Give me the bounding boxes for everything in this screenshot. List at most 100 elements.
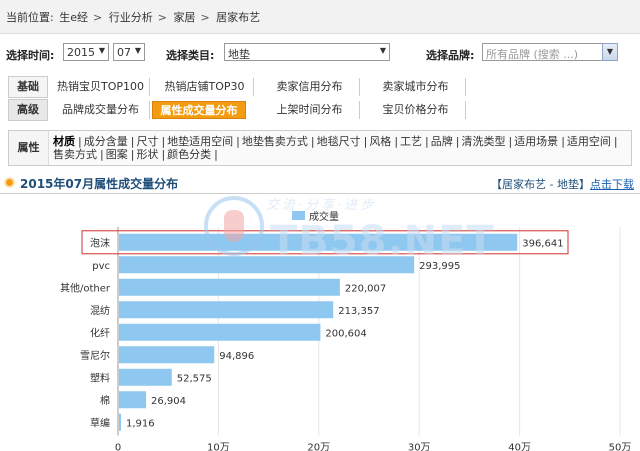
value-label: 396,641 bbox=[522, 238, 563, 249]
attribute-separator: | bbox=[455, 135, 460, 148]
attribute-item[interactable]: 地毯尺寸 bbox=[317, 135, 361, 148]
filter-bar: 选择时间: 2015 ▼ 07 ▼ 选择类目: 地垫 ▼ 选择品牌: 所有品牌 (搜索… bbox=[0, 38, 640, 68]
attribute-separator: | bbox=[508, 135, 513, 148]
attribute-separator: | bbox=[161, 135, 166, 148]
x-tick-label: 40万 bbox=[508, 443, 531, 451]
category-label: 选择类目: bbox=[166, 49, 215, 62]
tab-seller-credit[interactable]: 卖家信用分布 bbox=[260, 78, 360, 96]
legend-swatch bbox=[292, 211, 305, 220]
attribute-item[interactable]: 地垫售卖方式 bbox=[242, 135, 308, 148]
tab-top100-items[interactable]: 热销宝贝TOP100 bbox=[52, 78, 150, 96]
attribute-separator: | bbox=[613, 135, 618, 148]
attribute-separator: | bbox=[363, 135, 368, 148]
value-label: 52,575 bbox=[177, 373, 212, 384]
divider bbox=[0, 193, 640, 194]
category-label: 草编 bbox=[90, 416, 110, 429]
attribute-item[interactable]: 适用场景 bbox=[514, 135, 558, 148]
attribute-item[interactable]: 形状 bbox=[136, 148, 158, 161]
category-label: 化纤 bbox=[90, 326, 110, 339]
bar[interactable] bbox=[119, 301, 334, 319]
brand-placeholder: 所有品牌 (搜索 ...) bbox=[486, 48, 579, 61]
attribute-item[interactable]: 尺寸 bbox=[136, 135, 158, 148]
chevron-down-icon[interactable]: ▼ bbox=[602, 43, 618, 61]
category-label: 雪尼尔 bbox=[80, 349, 110, 362]
year-select[interactable]: 2015 ▼ bbox=[63, 43, 109, 61]
x-tick-label: 10万 bbox=[207, 443, 230, 451]
bar[interactable] bbox=[119, 323, 321, 341]
tab-group-advanced: 高级 bbox=[8, 99, 48, 121]
category-label: 混纺 bbox=[90, 304, 110, 317]
bar[interactable] bbox=[119, 368, 172, 386]
category-label: 其他/other bbox=[60, 281, 111, 294]
tab-row-basic: 基础 热销宝贝TOP100 热销店铺TOP30 卖家信用分布 卖家城市分布 bbox=[8, 76, 632, 98]
bar[interactable] bbox=[119, 256, 415, 274]
x-tick-label: 50万 bbox=[609, 443, 632, 451]
tab-listing-time[interactable]: 上架时间分布 bbox=[260, 101, 360, 119]
value-label: 1,916 bbox=[126, 418, 155, 429]
attribute-item[interactable]: 材质 bbox=[53, 135, 75, 148]
category-label: pvc bbox=[92, 261, 110, 272]
breadcrumb-item-home[interactable]: 生e经 bbox=[59, 11, 88, 24]
breadcrumb-sep: > bbox=[200, 11, 210, 24]
attribute-item[interactable]: 地垫适用空间 bbox=[167, 135, 233, 148]
bullet-icon bbox=[4, 177, 15, 188]
attribute-separator: | bbox=[394, 135, 399, 148]
month-value: 07 bbox=[117, 46, 131, 59]
breadcrumb-item-industry[interactable]: 行业分析 bbox=[109, 11, 153, 24]
brand-search-input[interactable]: 所有品牌 (搜索 ...) ▼ bbox=[482, 43, 618, 61]
attribute-list: 材质 | 成分含量 | 尺寸 | 地垫适用空间 | 地垫售卖方式 | 地毯尺寸 | 风格 | 工艺 | 品牌 | 清… bbox=[53, 135, 627, 161]
year-value: 2015 bbox=[67, 46, 95, 59]
legend-label: 成交量 bbox=[309, 210, 339, 223]
bar[interactable] bbox=[119, 346, 215, 364]
breadcrumb-sep: > bbox=[93, 11, 103, 24]
bar[interactable] bbox=[119, 233, 518, 251]
bar[interactable] bbox=[119, 391, 147, 409]
value-label: 213,357 bbox=[338, 306, 379, 317]
attribute-item[interactable]: 工艺 bbox=[400, 135, 422, 148]
bar[interactable] bbox=[119, 413, 121, 431]
attribute-item[interactable]: 售卖方式 bbox=[53, 148, 97, 161]
attribute-item[interactable]: 颜色分类 bbox=[167, 148, 211, 161]
page-title: 2015年07月属性成交量分布 bbox=[20, 177, 179, 191]
attribute-filter: 属性 材质 | 成分含量 | 尺寸 | 地垫适用空间 | 地垫售卖方式 | 地毯尺寸 | 风格 | 工艺 | 品… bbox=[8, 130, 632, 166]
bar[interactable] bbox=[119, 278, 340, 296]
section-header: 2015年07月属性成交量分布 【居家布艺 - 地垫】点击下载 bbox=[0, 174, 640, 192]
x-tick-label: 0 bbox=[115, 443, 121, 451]
attribute-item[interactable]: 清洗类型 bbox=[461, 135, 505, 148]
category-value: 地垫 bbox=[228, 48, 250, 61]
attribute-separator: | bbox=[161, 148, 166, 161]
month-select[interactable]: 07 ▼ bbox=[113, 43, 145, 61]
value-label: 200,604 bbox=[325, 328, 366, 339]
breadcrumb-item-current: 居家布艺 bbox=[216, 11, 261, 24]
tab-brand-volume[interactable]: 品牌成交量分布 bbox=[52, 101, 150, 119]
attribute-item[interactable]: 品牌 bbox=[431, 135, 453, 148]
x-tick-label: 20万 bbox=[307, 443, 330, 451]
download-link[interactable]: 点击下载 bbox=[590, 178, 634, 191]
chevron-down-icon: ▼ bbox=[379, 46, 386, 55]
category-select[interactable]: 地垫 ▼ bbox=[224, 43, 390, 61]
brand-label: 选择品牌: bbox=[426, 49, 475, 62]
tab-price-distribution[interactable]: 宝贝价格分布 bbox=[366, 101, 466, 119]
chevron-down-icon: ▼ bbox=[98, 46, 105, 55]
attribute-item[interactable]: 成分含量 bbox=[84, 135, 128, 148]
section-context: 【居家布艺 - 地垫】点击下载 bbox=[491, 176, 634, 192]
breadcrumb-prefix: 当前位置: bbox=[6, 11, 54, 24]
tab-top30-shops[interactable]: 热销店铺TOP30 bbox=[156, 78, 254, 96]
tab-attribute-volume[interactable]: 属性成交量分布 bbox=[152, 101, 246, 119]
category-label: 棉 bbox=[100, 394, 110, 407]
value-label: 94,896 bbox=[219, 351, 254, 362]
attribute-separator: | bbox=[100, 148, 104, 161]
chevron-down-icon: ▼ bbox=[134, 46, 141, 55]
tab-group-basic: 基础 bbox=[8, 76, 48, 98]
attribute-separator: | bbox=[561, 135, 565, 148]
tab-seller-city[interactable]: 卖家城市分布 bbox=[366, 78, 466, 96]
attribute-item[interactable]: 风格 bbox=[369, 135, 391, 148]
x-tick-label: 30万 bbox=[408, 443, 431, 451]
breadcrumb-item-home-category[interactable]: 家居 bbox=[173, 11, 195, 24]
value-label: 220,007 bbox=[345, 283, 386, 294]
attribute-item[interactable]: 适用空间 bbox=[567, 135, 611, 148]
attribute-item[interactable]: 图案 bbox=[106, 148, 128, 161]
attribute-separator: | bbox=[310, 135, 315, 148]
analysis-tabs: 基础 热销宝贝TOP100 热销店铺TOP30 卖家信用分布 卖家城市分布 高级… bbox=[8, 76, 632, 122]
category-label: 塑料 bbox=[90, 371, 110, 384]
